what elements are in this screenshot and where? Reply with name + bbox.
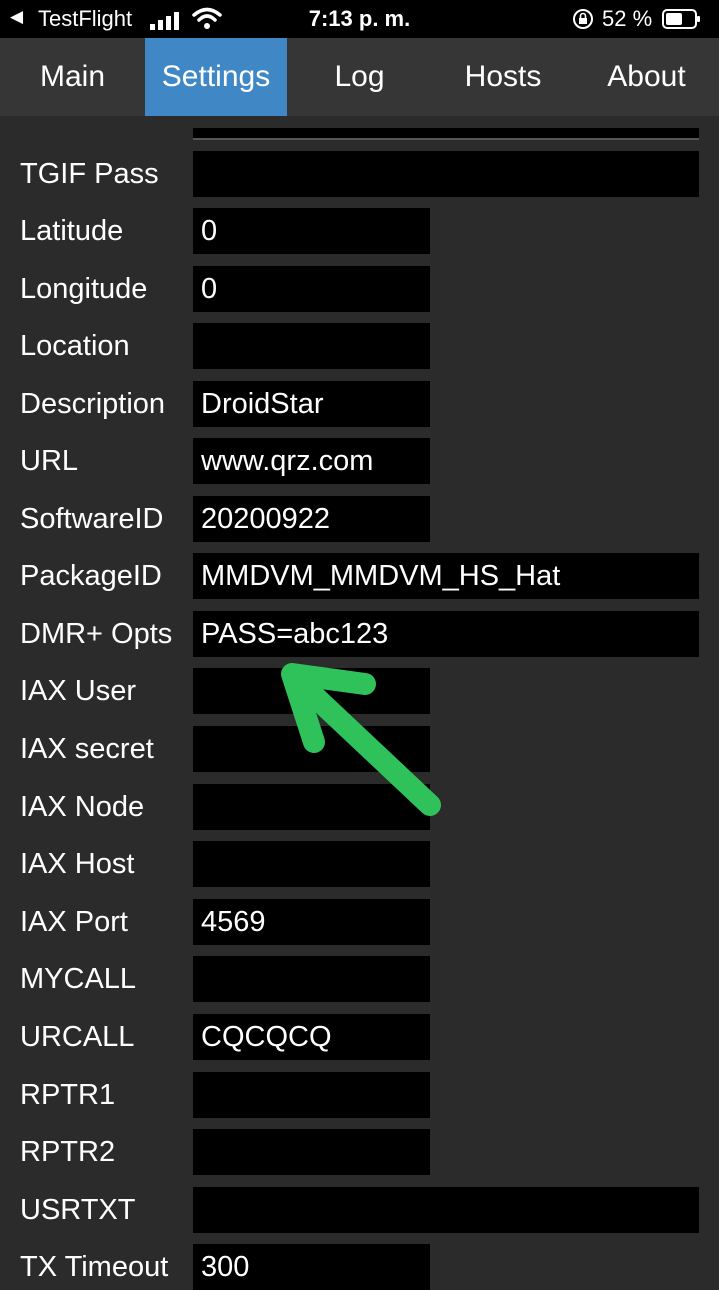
tx-timeout-input[interactable]: 300 (193, 1244, 430, 1290)
tab-about[interactable]: About (574, 38, 719, 116)
field-label: IAX secret (20, 733, 154, 765)
softwareid-input[interactable]: 20200922 (193, 496, 430, 542)
field-label: TGIF Pass (20, 158, 159, 190)
form-row-iax-port: IAX Port 4569 (0, 899, 719, 945)
form-row-softwareid: SoftwareID 20200922 (0, 496, 719, 542)
form-row-usrtxt: USRTXT (0, 1187, 719, 1233)
orientation-lock-icon (572, 8, 594, 36)
location-input[interactable] (193, 323, 430, 369)
form-row-tx-timeout: TX Timeout 300 (0, 1244, 719, 1290)
field-label: RPTR1 (20, 1079, 116, 1111)
status-bar: ◀ TestFlight 7:13 p. m. 52 % (0, 0, 719, 38)
field-label: Latitude (20, 215, 124, 247)
field-label: TX Timeout (20, 1251, 169, 1283)
tab-main[interactable]: Main (0, 38, 145, 116)
form-row-rptr1: RPTR1 (0, 1072, 719, 1118)
tgif-pass-input[interactable] (193, 151, 699, 197)
partially-scrolled-field[interactable] (193, 128, 699, 140)
form-row-tgif-pass: TGIF Pass (0, 151, 719, 197)
field-label: IAX Port (20, 906, 128, 938)
tab-bar: Main Settings Log Hosts About (0, 38, 719, 116)
form-row-packageid: PackageID MMDVM_MMDVM_HS_Hat (0, 553, 719, 599)
tab-log[interactable]: Log (287, 38, 432, 116)
field-label: USRTXT (20, 1194, 136, 1226)
mycall-input[interactable] (193, 956, 430, 1002)
field-label: SoftwareID (20, 503, 164, 535)
form-row-iax-host: IAX Host (0, 841, 719, 887)
rptr2-input[interactable] (193, 1129, 430, 1175)
longitude-input[interactable]: 0 (193, 266, 430, 312)
rptr1-input[interactable] (193, 1072, 430, 1118)
field-label: Longitude (20, 273, 148, 305)
form-row-longitude: Longitude 0 (0, 266, 719, 312)
field-label: RPTR2 (20, 1136, 116, 1168)
form-row-urcall: URCALL CQCQCQ (0, 1014, 719, 1060)
field-label: URL (20, 445, 79, 477)
field-label: Location (20, 330, 130, 362)
form-row-latitude: Latitude 0 (0, 208, 719, 254)
form-row-mycall: MYCALL (0, 956, 719, 1002)
packageid-input[interactable]: MMDVM_MMDVM_HS_Hat (193, 553, 699, 599)
form-row-description: Description DroidStar (0, 381, 719, 427)
urcall-input[interactable]: CQCQCQ (193, 1014, 430, 1060)
tab-hosts[interactable]: Hosts (432, 38, 574, 116)
tab-settings[interactable]: Settings (145, 38, 287, 116)
field-label: URCALL (20, 1021, 135, 1053)
battery-percentage: 52 % (602, 6, 653, 31)
field-label: IAX Host (20, 848, 135, 880)
description-input[interactable]: DroidStar (193, 381, 430, 427)
field-label: IAX Node (20, 791, 145, 823)
field-label: IAX User (20, 675, 137, 707)
form-row-url: URL www.qrz.com (0, 438, 719, 484)
usrtxt-input[interactable] (193, 1187, 699, 1233)
clock: 7:13 p. m. (308, 6, 411, 31)
form-row-dmr-opts: DMR+ Opts PASS=abc123 (0, 611, 719, 657)
field-label: Description (20, 388, 166, 420)
field-label: PackageID (20, 560, 162, 592)
dmr-opts-input[interactable]: PASS=abc123 (193, 611, 699, 657)
form-row-location: Location (0, 323, 719, 369)
field-label: DMR+ Opts (20, 618, 173, 650)
iax-port-input[interactable]: 4569 (193, 899, 430, 945)
green-arrow-icon (270, 660, 460, 835)
field-label: MYCALL (20, 963, 137, 995)
form-row-rptr2: RPTR2 (0, 1129, 719, 1175)
url-input[interactable]: www.qrz.com (193, 438, 430, 484)
battery-icon (662, 8, 702, 36)
iax-host-input[interactable] (193, 841, 430, 887)
latitude-input[interactable]: 0 (193, 208, 430, 254)
